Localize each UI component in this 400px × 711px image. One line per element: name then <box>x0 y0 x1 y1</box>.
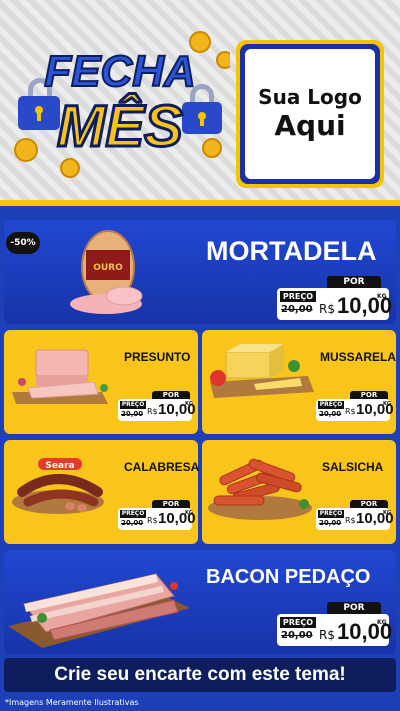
product-name: BACON PEDAÇO <box>206 566 371 588</box>
product-name: MORTADELA <box>206 236 377 266</box>
price-label-preco: PREÇO <box>120 510 146 518</box>
currency-symbol: R$ <box>147 516 158 525</box>
currency-symbol: R$ <box>345 407 356 416</box>
disclaimer-text: *Imagens Meramente Ilustrativas <box>5 698 139 707</box>
product-name: SALSICHA <box>322 460 384 474</box>
price-label-por: POR <box>327 276 381 288</box>
currency-symbol: R$ <box>147 407 158 416</box>
unit-label: KG <box>377 293 387 300</box>
logo-text-line2: Aqui <box>274 109 346 142</box>
cta-banner: Crie seu encarte com este tema! <box>4 658 396 692</box>
price-label-preco: PREÇO <box>280 617 316 628</box>
header-divider <box>0 200 400 206</box>
salsicha-image <box>208 458 312 520</box>
old-price: 20,00 <box>319 519 342 527</box>
old-price: 20,00 <box>121 519 144 527</box>
old-price: 20,00 <box>281 630 313 641</box>
presunto-image <box>12 349 108 404</box>
price-label-por: POR <box>327 602 381 614</box>
old-price: 20,00 <box>281 304 313 315</box>
currency-symbol: R$ <box>319 628 335 642</box>
fecha-mes-title-art: FECHA MÊS <box>14 31 230 178</box>
unit-label: KG <box>185 510 193 516</box>
svg-text:FECHA: FECHA <box>44 47 196 96</box>
price-label-preco: PREÇO <box>318 510 344 518</box>
price-label-preco: PREÇO <box>280 291 316 302</box>
unit-label: KG <box>377 619 387 626</box>
unit-label: KG <box>383 401 391 407</box>
logo-placeholder: Sua Logo Aqui <box>236 40 384 188</box>
product-name: MUSSARELA <box>320 350 397 364</box>
coin-icon <box>216 51 230 69</box>
svg-text:OURO: OURO <box>93 263 123 273</box>
coin-icon <box>14 138 38 162</box>
currency-symbol: R$ <box>319 302 335 316</box>
coin-icon <box>60 158 80 178</box>
price-label-preco: PREÇO <box>318 401 344 409</box>
unit-label: KG <box>185 401 193 407</box>
product-name: CALABRESA <box>124 460 200 474</box>
price-label-preco: PREÇO <box>120 401 146 409</box>
logo-text-line1: Sua Logo <box>258 85 362 109</box>
product-name: PRESUNTO <box>124 350 191 364</box>
svg-text:MÊS: MÊS <box>57 94 183 159</box>
mussarela-image <box>210 344 314 398</box>
calabresa-image: Seara <box>12 458 104 514</box>
discount-badge: -50% <box>6 232 40 254</box>
mortadela-image: OURO <box>70 230 143 314</box>
old-price: 20,00 <box>121 410 144 418</box>
old-price: 20,00 <box>319 410 342 418</box>
coin-icon <box>202 138 222 158</box>
unit-label: KG <box>383 510 391 516</box>
svg-text:Seara: Seara <box>45 461 74 471</box>
currency-symbol: R$ <box>345 516 356 525</box>
bacon-image <box>8 573 190 648</box>
